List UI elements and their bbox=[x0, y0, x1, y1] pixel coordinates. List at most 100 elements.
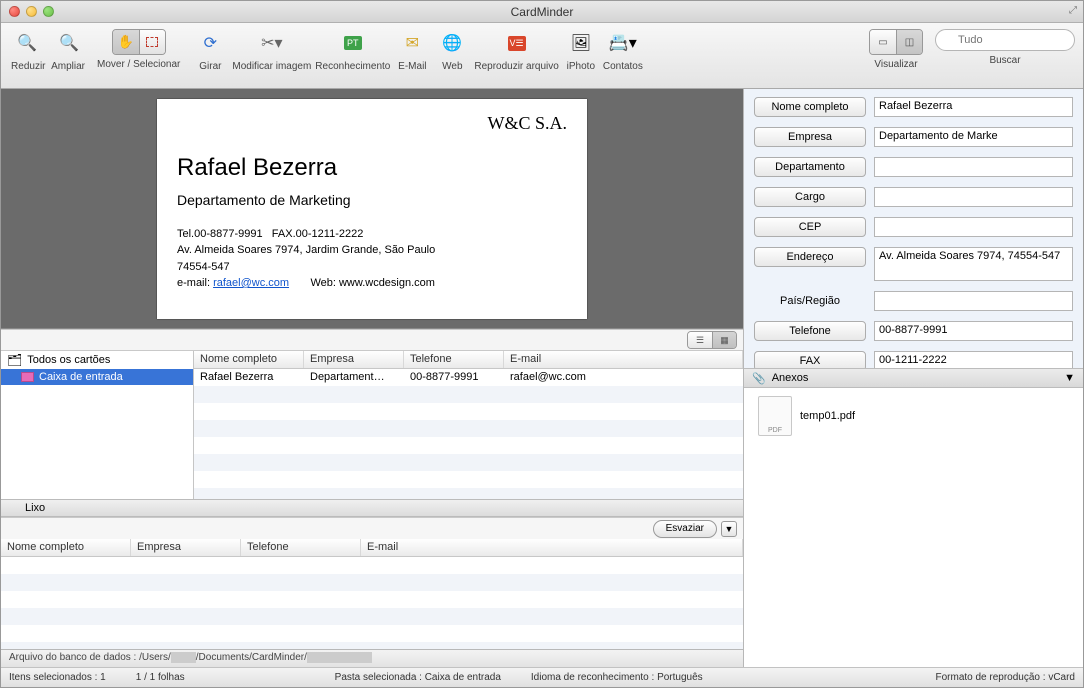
col-telefone[interactable]: Telefone bbox=[404, 351, 504, 368]
detail-fields: Nome completo Rafael Bezerra Empresa Dep… bbox=[744, 89, 1083, 368]
card-preview-area: W&C S.A. Rafael Bezerra Departamento de … bbox=[1, 89, 743, 329]
magnifier-plus-icon: 🔍 bbox=[59, 33, 79, 53]
card-web: Web: www.wcdesign.com bbox=[310, 277, 435, 289]
email-label: E-Mail bbox=[398, 61, 426, 72]
iphoto-button[interactable]: 🖼 bbox=[563, 29, 599, 57]
web-button[interactable]: 🌐 bbox=[434, 29, 470, 57]
input-pais[interactable] bbox=[874, 291, 1073, 311]
label-fax-button[interactable]: FAX bbox=[754, 351, 866, 368]
mid-split: 🗂 Todos os cartões Caixa de entrada Nome… bbox=[1, 351, 743, 499]
pdf-file-icon bbox=[758, 396, 792, 436]
trash-col-email[interactable]: E-mail bbox=[361, 539, 743, 556]
trash-table-header: Nome completo Empresa Telefone E-mail bbox=[1, 539, 743, 557]
titlebar: CardMinder ⤢ bbox=[1, 1, 1083, 23]
contacts-button[interactable]: 📇▾ bbox=[603, 29, 643, 57]
attachments-label: Anexos bbox=[772, 372, 809, 384]
column-view-button[interactable]: ▦ bbox=[712, 332, 736, 348]
label-departamento-button[interactable]: Departamento bbox=[754, 157, 866, 177]
visualize-segmented[interactable]: ▭ ◫ bbox=[869, 29, 923, 55]
table-row[interactable]: Rafael Bezerra Departament… 00-8877-9991… bbox=[194, 369, 743, 386]
input-endereco[interactable]: Av. Almeida Soares 7974, 74554-547 bbox=[874, 247, 1073, 281]
attachment-item[interactable]: temp01.pdf bbox=[758, 396, 1069, 436]
input-empresa[interactable]: Departamento de Marke bbox=[874, 127, 1073, 147]
label-nome-button[interactable]: Nome completo bbox=[754, 97, 866, 117]
db-mid: /Documents/CardMinder/ bbox=[196, 652, 307, 663]
list-view-toggle-bar: ☰ ▦ bbox=[1, 329, 743, 351]
status-folder: Pasta selecionada : Caixa de entrada bbox=[335, 672, 501, 683]
hand-tool-button[interactable]: ✋ bbox=[113, 30, 139, 54]
card-fax: FAX.00-1211-2222 bbox=[272, 228, 364, 240]
input-departamento[interactable] bbox=[874, 157, 1073, 177]
col-email[interactable]: E-mail bbox=[504, 351, 743, 368]
business-card[interactable]: W&C S.A. Rafael Bezerra Departamento de … bbox=[157, 99, 587, 319]
cards-folder-icon: 🗂 bbox=[7, 353, 22, 367]
left-column: W&C S.A. Rafael Bezerra Departamento de … bbox=[1, 89, 743, 667]
marquee-icon bbox=[146, 37, 158, 47]
folder-inbox[interactable]: Caixa de entrada bbox=[1, 369, 193, 385]
label-empresa-button[interactable]: Empresa bbox=[754, 127, 866, 147]
list-view-button[interactable]: ☰ bbox=[688, 332, 712, 348]
modify-image-button[interactable]: ✂︎▾ bbox=[250, 29, 294, 57]
col-nome[interactable]: Nome completo bbox=[194, 351, 304, 368]
content-area: W&C S.A. Rafael Bezerra Departamento de … bbox=[1, 89, 1083, 667]
empty-trash-button[interactable]: Esvaziar bbox=[653, 520, 717, 538]
attachments-header[interactable]: 📎 Anexos ▼ bbox=[744, 368, 1083, 388]
trash-label: Lixo bbox=[25, 502, 45, 514]
trash-table-body[interactable] bbox=[1, 557, 743, 649]
input-telefone[interactable]: 00-8877-9991 bbox=[874, 321, 1073, 341]
zoom-in-button[interactable]: 🔍 bbox=[51, 29, 87, 57]
label-endereco-button[interactable]: Endereço bbox=[754, 247, 866, 267]
card-tel: Tel.00-8877-9991 bbox=[177, 228, 263, 240]
layout-a-icon: ▭ bbox=[878, 37, 887, 48]
trash-col-empresa[interactable]: Empresa bbox=[131, 539, 241, 556]
rotate-button[interactable]: ⟳ bbox=[192, 29, 228, 57]
trash-col-nome[interactable]: Nome completo bbox=[1, 539, 131, 556]
recognition-button[interactable]: PT bbox=[335, 29, 371, 57]
rotate-icon: ⟳ bbox=[204, 33, 217, 53]
globe-icon: 🌐 bbox=[442, 33, 462, 53]
trash-col-telefone[interactable]: Telefone bbox=[241, 539, 361, 556]
iphoto-label: iPhoto bbox=[567, 61, 595, 72]
marquee-tool-button[interactable] bbox=[139, 30, 165, 54]
label-telefone-button[interactable]: Telefone bbox=[754, 321, 866, 341]
zoom-out-label: Reduzir bbox=[11, 61, 45, 72]
search-input[interactable] bbox=[935, 29, 1075, 51]
card-contact-lines: Tel.00-8877-9991 FAX.00-1211-2222 Av. Al… bbox=[177, 226, 567, 292]
folder-all-cards[interactable]: 🗂 Todos os cartões bbox=[1, 351, 193, 369]
input-nome[interactable]: Rafael Bezerra bbox=[874, 97, 1073, 117]
hand-icon: ✋ bbox=[118, 34, 134, 50]
label-cargo-button[interactable]: Cargo bbox=[754, 187, 866, 207]
paperclip-icon: 📎 bbox=[752, 372, 766, 385]
contacts-icon: 📇▾ bbox=[609, 33, 637, 53]
col-empresa[interactable]: Empresa bbox=[304, 351, 404, 368]
fullscreen-icon[interactable]: ⤢ bbox=[1069, 5, 1077, 16]
list-view-segmented[interactable]: ☰ ▦ bbox=[687, 331, 737, 349]
input-cep[interactable] bbox=[874, 217, 1073, 237]
envelope-icon: ✉ bbox=[406, 33, 419, 53]
move-select-segmented[interactable]: ✋ bbox=[112, 29, 166, 55]
card-zip: 74554-547 bbox=[177, 261, 230, 273]
card-email-link[interactable]: rafael@wc.com bbox=[213, 277, 289, 289]
email-button[interactable]: ✉ bbox=[394, 29, 430, 57]
status-format: Formato de reprodução : vCard bbox=[935, 672, 1075, 683]
input-cargo[interactable] bbox=[874, 187, 1073, 207]
search-label: Buscar bbox=[989, 55, 1020, 66]
attachments-body: temp01.pdf bbox=[744, 388, 1083, 667]
inbox-folder-icon bbox=[21, 372, 34, 382]
cell-email: rafael@wc.com bbox=[504, 369, 743, 386]
play-file-button[interactable]: V☰ bbox=[499, 29, 535, 57]
card-company: W&C S.A. bbox=[177, 113, 567, 134]
view-layout-a-button[interactable]: ▭ bbox=[870, 30, 896, 54]
trash-disclosure-button[interactable]: ▼ bbox=[721, 521, 737, 537]
label-cep-button[interactable]: CEP bbox=[754, 217, 866, 237]
zoom-out-button[interactable]: 🔍 bbox=[9, 29, 45, 57]
cards-table-body[interactable]: Rafael Bezerra Departament… 00-8877-9991… bbox=[194, 369, 743, 499]
cell-telefone: 00-8877-9991 bbox=[404, 369, 504, 386]
card-email-prefix: e-mail: bbox=[177, 277, 213, 289]
status-items: Itens selecionados : 1 bbox=[9, 672, 106, 683]
input-fax[interactable]: 00-1211-2222 bbox=[874, 351, 1073, 368]
status-sheets: 1 / 1 folhas bbox=[136, 672, 185, 683]
view-layout-b-button[interactable]: ◫ bbox=[896, 30, 922, 54]
folder-list: 🗂 Todos os cartões Caixa de entrada bbox=[1, 351, 193, 499]
vcard-icon: V☰ bbox=[508, 36, 526, 51]
